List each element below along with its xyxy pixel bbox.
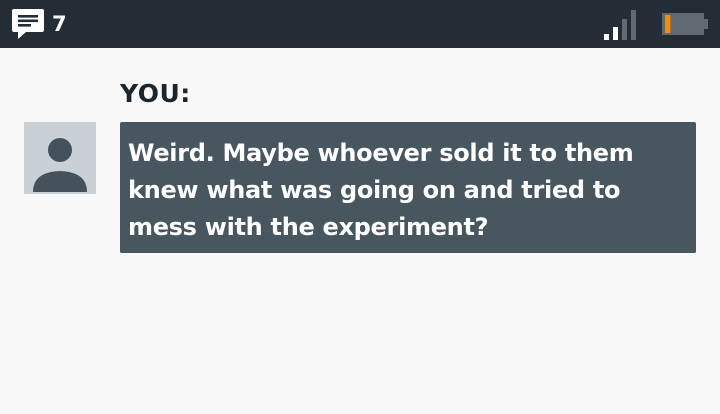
unread-message-count: 7 xyxy=(52,12,67,36)
message-text: Weird. Maybe whoever sold it to them kne… xyxy=(128,139,634,241)
signal-strength-icon xyxy=(604,10,636,40)
battery-level-fill xyxy=(665,15,671,33)
battery-icon xyxy=(662,13,708,35)
default-user-avatar-icon xyxy=(24,122,96,194)
sender-label: YOU: xyxy=(120,79,191,108)
message-bubble: Weird. Maybe whoever sold it to them kne… xyxy=(120,122,696,253)
status-bar: 7 xyxy=(0,0,720,48)
chat-bubble-lines-icon[interactable] xyxy=(12,9,44,39)
